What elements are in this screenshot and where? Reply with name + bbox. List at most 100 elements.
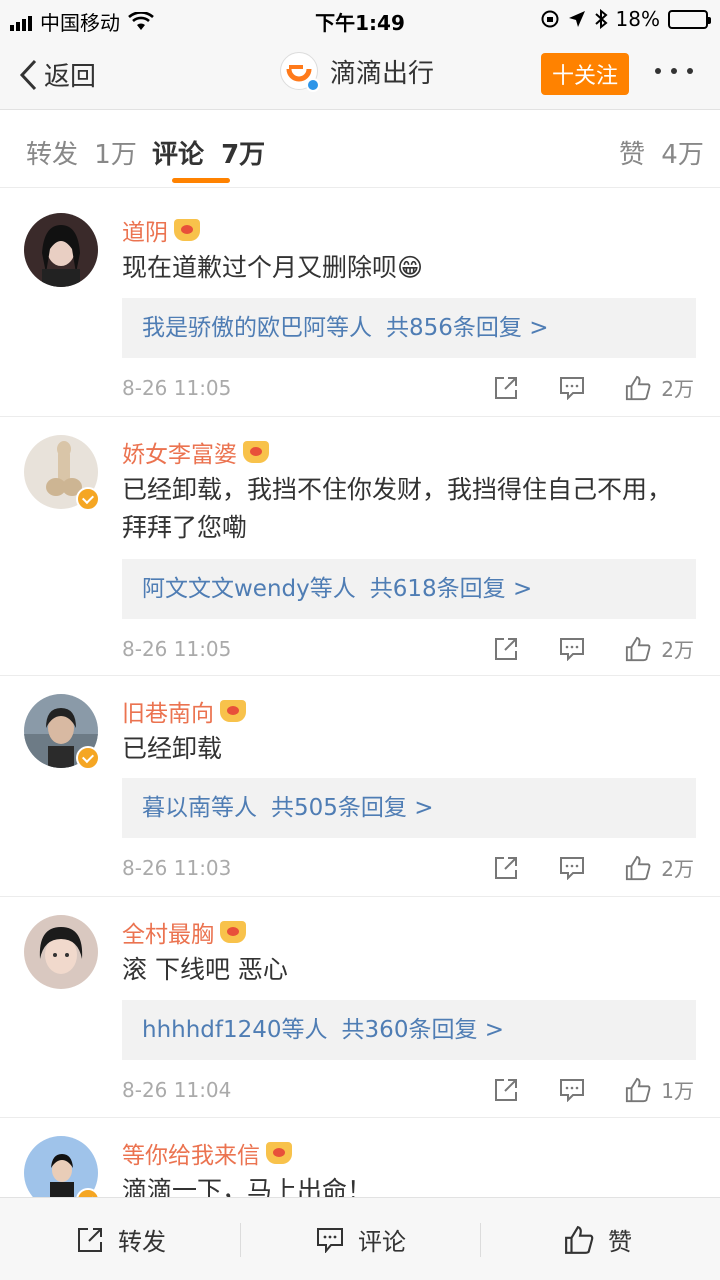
like-count: 2万 (661, 857, 694, 881)
status-right: 18% (540, 7, 711, 31)
more-icon[interactable] (655, 68, 693, 74)
tab-comments[interactable]: 评论 7万 (152, 134, 265, 171)
verified-badge-icon (76, 487, 100, 511)
like-count: 2万 (661, 638, 694, 662)
account-name: 滴滴出行 (330, 58, 435, 89)
tab-likes-label: 赞 (619, 140, 646, 170)
reply-count: 共618条回复 > (369, 576, 533, 602)
nav-bar: 返回 滴滴出行 十关注 (0, 38, 720, 110)
comment-text: 滴滴一下，马上出命！ (122, 1176, 373, 1197)
comment-text: 现在道歉过个月又删除呗😁 (122, 253, 424, 282)
comment-icon[interactable] (559, 375, 585, 401)
reply-users: 我是骄傲的欧巴阿等人 (142, 315, 372, 341)
comment-username[interactable]: 娇女李富婆 (122, 435, 269, 469)
avatar[interactable] (24, 1136, 100, 1197)
comment-list: 道阴 现在道歉过个月又删除呗😁 我是骄傲的欧巴阿等人 共856条回复 > 8-26… (0, 195, 720, 1197)
bottom-toolbar: 转发 评论 赞 (0, 1197, 720, 1280)
comment-username[interactable]: 旧巷南向 (122, 694, 246, 728)
battery-percent: 18% (615, 7, 660, 31)
reply-users: 暮以南等人 (142, 795, 257, 821)
comment-actions: 2万 (493, 853, 694, 882)
tab-likes-count: 4万 (661, 140, 704, 170)
verified-badge-icon (76, 746, 100, 770)
tab-repost[interactable]: 转发 1万 (26, 134, 137, 171)
comment-icon[interactable] (559, 855, 585, 881)
reply-summary[interactable]: 我是骄傲的欧巴阿等人 共856条回复 > (122, 298, 696, 358)
like-icon[interactable] (625, 375, 651, 401)
reply-summary[interactable]: 阿文文文wendy等人 共618条回复 > (122, 559, 696, 619)
comment-item: 道阴 现在道歉过个月又删除呗😁 我是骄傲的欧巴阿等人 共856条回复 > 8-26… (0, 195, 720, 417)
carrier-label: 中国移动 (40, 11, 120, 35)
like-count: 1万 (661, 1079, 694, 1103)
reply-users: 阿文文文wendy等人 (142, 576, 356, 602)
comment-username[interactable]: 等你给我来信 (122, 1136, 292, 1170)
like-button[interactable]: 赞 (564, 1198, 632, 1280)
comment-time: 8-26 11:05 (122, 637, 232, 661)
comment-username[interactable]: 全村最胸 (122, 915, 246, 949)
like-icon[interactable] (625, 636, 651, 662)
comment-item: 等你给我来信 滴滴一下，马上出命！ (0, 1118, 720, 1197)
status-bar: 中国移动 下午1:49 18% (0, 0, 720, 38)
tab-active-indicator (172, 178, 230, 183)
comment-time: 8-26 11:05 (122, 376, 232, 400)
page-title[interactable]: 滴滴出行 (280, 52, 435, 92)
comment-label: 评论 (358, 1228, 406, 1256)
tab-bar: 转发 1万 评论 7万 赞 4万 (0, 110, 720, 188)
reply-count: 共505条回复 > (271, 795, 434, 821)
share-icon[interactable] (493, 375, 519, 401)
vip-crown-icon (266, 1142, 292, 1164)
comment-actions: 2万 (493, 373, 694, 402)
like-count: 2万 (661, 377, 694, 401)
comment-item: 旧巷南向 已经卸载 暮以南等人 共505条回复 > 8-26 11:03 2万 (0, 676, 720, 897)
like-icon[interactable] (625, 855, 651, 881)
status-left: 中国移动 (10, 7, 154, 36)
share-icon[interactable] (493, 855, 519, 881)
comment-item: 娇女李富婆 已经卸载，我挡不住你发财，我挡得住自己不用，拜拜了您嘞 阿文文文we… (0, 417, 720, 676)
comment-time: 8-26 11:03 (122, 856, 232, 880)
bluetooth-icon (594, 9, 608, 29)
like-icon[interactable] (625, 1077, 651, 1103)
reply-summary[interactable]: hhhhdf1240等人 共360条回复 > (122, 1000, 696, 1060)
comment-text: 滚 下线吧 恶心 (122, 955, 288, 984)
share-icon[interactable] (493, 636, 519, 662)
toolbar-divider (240, 1223, 241, 1257)
battery-icon (668, 9, 711, 29)
comment-icon[interactable] (559, 636, 585, 662)
like-label: 赞 (608, 1228, 632, 1256)
avatar[interactable] (24, 213, 98, 287)
tab-repost-count: 1万 (94, 140, 137, 170)
location-icon (568, 11, 585, 27)
vip-crown-icon (243, 441, 269, 463)
reply-summary[interactable]: 暮以南等人 共505条回复 > (122, 778, 696, 838)
comment-icon (317, 1227, 343, 1253)
reply-count: 共856条回复 > (386, 315, 549, 341)
back-label: 返回 (44, 62, 97, 92)
vip-crown-icon (174, 219, 200, 241)
back-button[interactable]: 返回 (18, 56, 96, 93)
chevron-left-icon (19, 59, 37, 90)
repost-label: 转发 (118, 1228, 166, 1256)
like-icon (565, 1225, 594, 1254)
vip-crown-icon (220, 700, 246, 722)
tab-repost-label: 转发 (26, 140, 79, 170)
comment-icon[interactable] (559, 1077, 585, 1103)
toolbar-divider (480, 1223, 481, 1257)
comment-button[interactable]: 评论 (316, 1198, 406, 1280)
comment-actions: 2万 (493, 634, 694, 663)
verified-badge-icon (306, 78, 320, 92)
share-icon[interactable] (493, 1077, 519, 1103)
tab-comments-count: 7万 (221, 140, 266, 170)
wifi-icon (128, 11, 154, 30)
comment-username[interactable]: 道阴 (122, 213, 200, 247)
reply-count: 共360条回复 > (341, 1017, 505, 1043)
comment-text: 已经卸载 (122, 734, 223, 763)
follow-button[interactable]: 十关注 (541, 53, 629, 95)
reply-users: hhhhdf1240等人 (142, 1017, 328, 1043)
avatar[interactable] (24, 915, 98, 989)
tab-likes[interactable]: 赞 4万 (619, 134, 704, 171)
avatar[interactable] (24, 435, 100, 511)
repost-button[interactable]: 转发 (76, 1198, 166, 1280)
comment-time: 8-26 11:04 (122, 1078, 232, 1102)
comment-item: 全村最胸 滚 下线吧 恶心 hhhhdf1240等人 共360条回复 > 8-26… (0, 897, 720, 1118)
avatar[interactable] (24, 694, 100, 770)
